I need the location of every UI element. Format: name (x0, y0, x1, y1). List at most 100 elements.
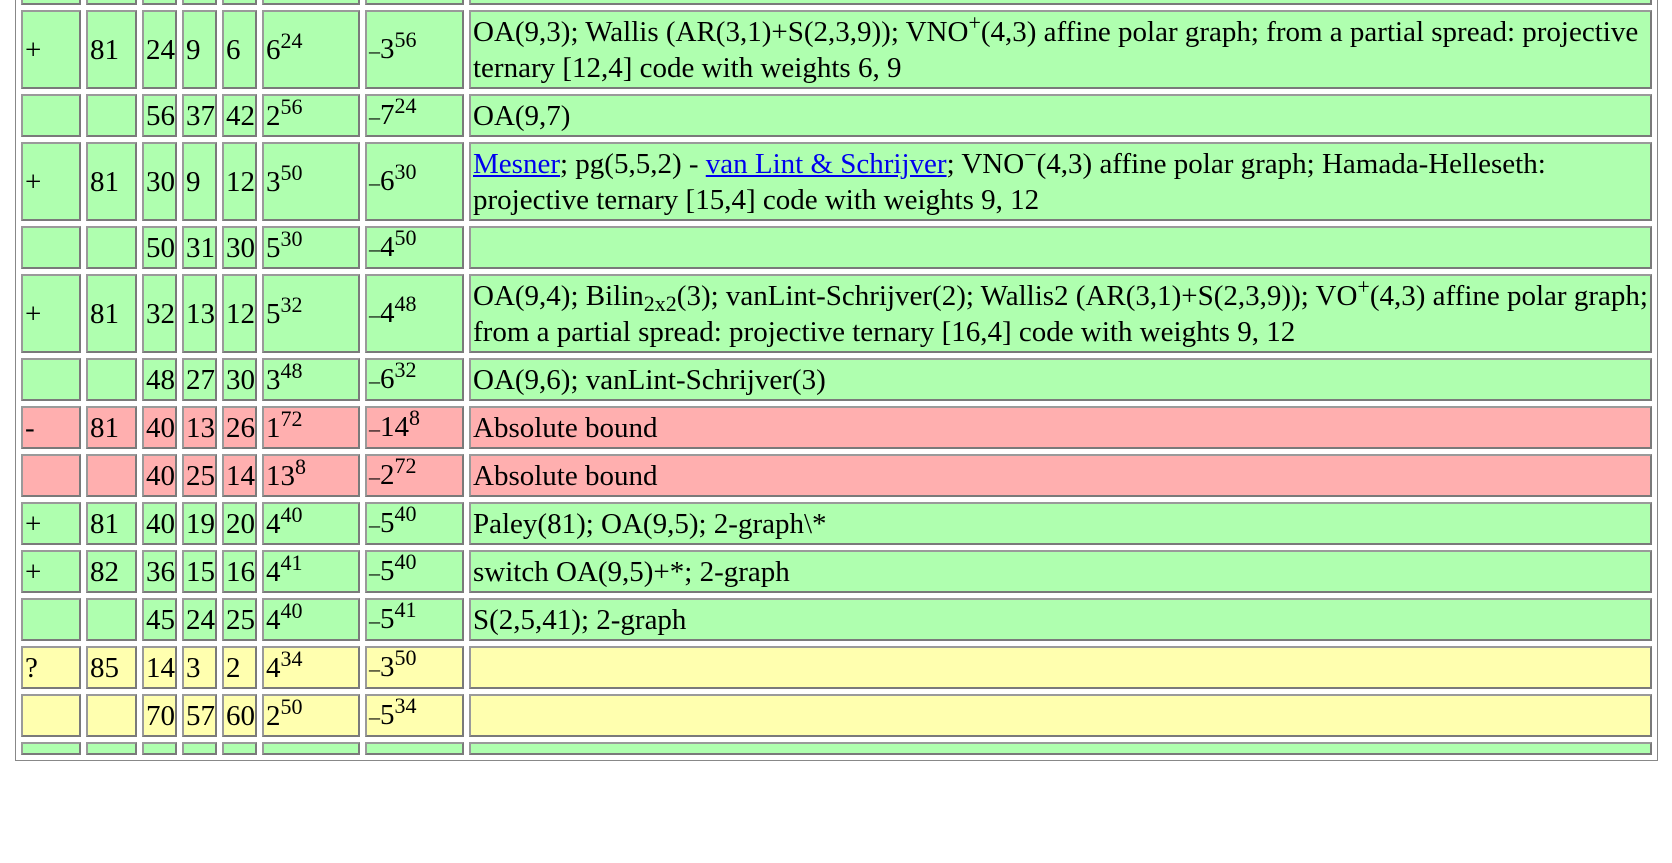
eigenvalue-base: 5 (266, 231, 281, 264)
multiplicity-exponent: 40 (394, 501, 417, 526)
eigenvalue-base: 5 (380, 603, 395, 635)
superscript-text: + (1357, 274, 1370, 299)
comments-cell: switch OA(9,5)+*; 2-graph (469, 550, 1652, 593)
lambda-cell: 19 (182, 502, 217, 545)
multiplicity-exponent: 30 (394, 159, 417, 184)
multiplicity-exponent: 24 (280, 27, 303, 53)
table-cell (365, 0, 464, 5)
lambda-cell: 13 (182, 274, 217, 353)
reference-link[interactable]: van Lint & Schrijver (706, 148, 947, 180)
eigenvalue-base: 4 (266, 555, 281, 588)
s-eigenvalue-cell: –448 (365, 274, 464, 353)
mu-cell: 30 (222, 226, 257, 269)
mu-cell: 14 (222, 454, 257, 497)
comment-text: ; pg(5,5,2) - (559, 148, 706, 180)
comments-cell: OA(9,6); vanLint-Schrijver(3) (469, 358, 1652, 401)
table-cell (182, 742, 217, 755)
r-eigenvalue-cell: 440 (262, 502, 360, 545)
comment-text: OA(9,7) (473, 100, 571, 132)
existence-mark-cell (21, 694, 81, 737)
eigenvalue-base: 3 (380, 651, 395, 683)
eigenvalue-base: 6 (380, 165, 395, 197)
multiplicity-exponent: 48 (394, 291, 417, 316)
table-row: 56 37 42 256 –724 OA(9,7) (21, 94, 1652, 137)
comment-text: (3); vanLint-Schrijver(2); Wallis2 (AR(3… (676, 280, 1358, 312)
table-row-partial-top (21, 0, 1652, 5)
table-row: +81 30 9 12 350 –630 Mesner; pg(5,5,2) - van L… (21, 142, 1652, 221)
superscript-text: − (1024, 142, 1037, 167)
comment-text: Absolute bound (473, 412, 658, 444)
comment-text: Absolute bound (473, 460, 658, 492)
multiplicity-exponent: 41 (394, 597, 417, 622)
comments-cell: OA(9,4); Bilin2x2(3); vanLint-Schrijver(… (469, 274, 1652, 353)
eigenvalue-base: 1 (266, 411, 281, 444)
mu-cell: 42 (222, 94, 257, 137)
table-cell (262, 742, 360, 755)
k-cell: 45 (142, 598, 177, 641)
minus-sign: – (369, 656, 380, 681)
table-cell (142, 0, 177, 5)
eigenvalue-base: 4 (266, 507, 281, 540)
lambda-cell: 13 (182, 406, 217, 449)
r-eigenvalue-cell: 532 (262, 274, 360, 353)
v-cell (86, 94, 137, 137)
v-cell: 81 (86, 502, 137, 545)
mu-cell: 25 (222, 598, 257, 641)
eigenvalue-base: 4 (266, 651, 281, 684)
multiplicity-exponent: 48 (280, 357, 303, 383)
table-cell (262, 0, 360, 5)
multiplicity-exponent: 50 (280, 159, 303, 185)
s-eigenvalue-cell: –540 (365, 502, 464, 545)
table-row: +81 32 13 12 532 –448 OA(9,4); Bilin2x2(3); va… (21, 274, 1652, 353)
eigenvalue-base: 4 (266, 603, 281, 636)
existence-mark-cell (21, 598, 81, 641)
r-eigenvalue-cell: 530 (262, 226, 360, 269)
existence-mark-cell (21, 94, 81, 137)
v-cell: 85 (86, 646, 137, 689)
subscript-text: 2x2 (643, 291, 677, 316)
table-row: 40 25 14 138 –272 Absolute bound (21, 454, 1652, 497)
v-cell (86, 598, 137, 641)
multiplicity-exponent: 72 (280, 405, 303, 431)
lambda-cell: 31 (182, 226, 217, 269)
mu-cell: 12 (222, 274, 257, 353)
s-eigenvalue-cell: –632 (365, 358, 464, 401)
minus-sign: – (369, 302, 380, 327)
existence-mark-cell: + (21, 10, 81, 89)
multiplicity-exponent: 56 (280, 93, 303, 119)
eigenvalue-base: 13 (266, 459, 295, 492)
multiplicity-exponent: 40 (394, 549, 417, 574)
lambda-cell: 24 (182, 598, 217, 641)
table-row: 45 24 25 440 –541 S(2,5,41); 2-graph (21, 598, 1652, 641)
eigenvalue-base: 3 (266, 363, 281, 396)
eigenvalue-base: 14 (380, 411, 409, 443)
lambda-cell: 15 (182, 550, 217, 593)
reference-link[interactable]: Mesner (473, 148, 560, 180)
multiplicity-exponent: 56 (394, 27, 417, 52)
k-cell: 14 (142, 646, 177, 689)
multiplicity-exponent: 72 (394, 453, 417, 478)
minus-sign: – (369, 170, 380, 195)
v-cell: 81 (86, 142, 137, 221)
mu-cell: 12 (222, 142, 257, 221)
table-cell (469, 742, 1652, 755)
minus-sign: – (369, 704, 380, 729)
multiplicity-exponent: 50 (394, 225, 417, 250)
v-cell: 82 (86, 550, 137, 593)
eigenvalue-base: 2 (266, 99, 281, 132)
table-cell (365, 742, 464, 755)
r-eigenvalue-cell: 434 (262, 646, 360, 689)
minus-sign: – (369, 104, 380, 129)
eigenvalue-base: 2 (380, 459, 395, 491)
table-cell (469, 0, 1652, 5)
r-eigenvalue-cell: 172 (262, 406, 360, 449)
table-cell (21, 742, 81, 755)
minus-sign: – (369, 464, 380, 489)
k-cell: 40 (142, 502, 177, 545)
eigenvalue-base: 5 (380, 507, 395, 539)
eigenvalue-base: 6 (380, 363, 395, 395)
multiplicity-exponent: 24 (394, 93, 417, 118)
v-cell: 81 (86, 274, 137, 353)
comments-cell: S(2,5,41); 2-graph (469, 598, 1652, 641)
comment-text: OA(9,4); Bilin (473, 280, 644, 312)
